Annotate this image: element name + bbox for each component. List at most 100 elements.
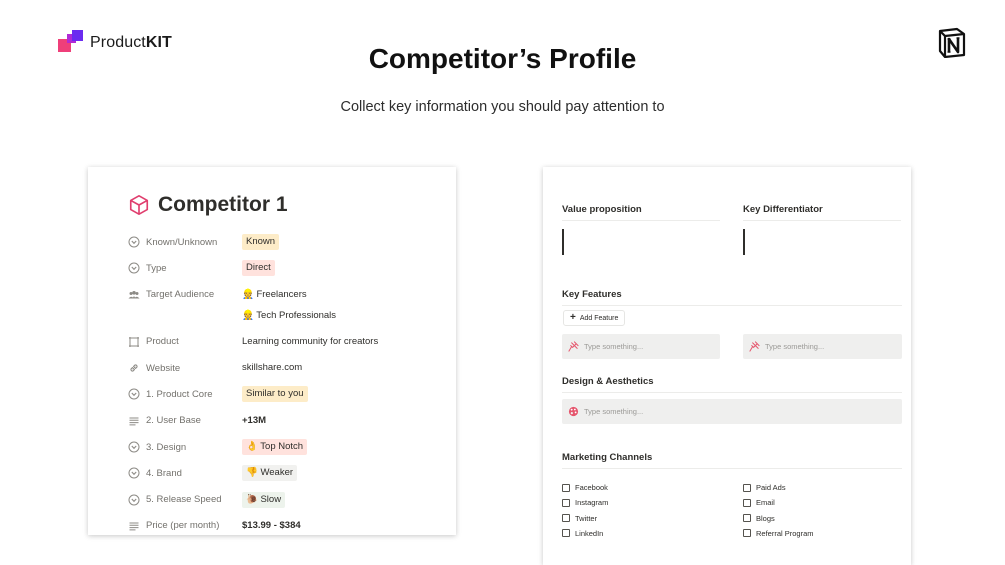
feature-input-2[interactable]: Type something... xyxy=(743,334,902,359)
pin-icon xyxy=(568,341,579,352)
circle-chevron-icon xyxy=(128,388,140,400)
property-tag: 👎 Weaker xyxy=(242,465,298,482)
channel-checkbox[interactable]: Instagram xyxy=(562,498,608,507)
property-value[interactable]: Learning community for creators xyxy=(242,334,448,350)
property-key: Website xyxy=(128,360,242,376)
property-text: Learning community for creators xyxy=(242,335,379,347)
page-title: Competitor’s Profile xyxy=(368,43,637,74)
value-proposition-input[interactable] xyxy=(562,229,564,255)
key-features-heading: Key Features xyxy=(562,289,622,300)
channel-label: Blogs xyxy=(756,513,775,523)
property-value[interactable]: 👷 Freelancers 👷 Tech Professionals xyxy=(242,287,448,324)
competitor-title: Competitor 1 xyxy=(128,193,288,217)
feature-placeholder-2: Type something... xyxy=(765,342,825,351)
key-differentiator-input[interactable] xyxy=(743,229,745,255)
channel-checkbox[interactable]: Referral Program xyxy=(743,529,814,538)
property-tag: Direct xyxy=(242,260,275,277)
property-value[interactable]: Direct xyxy=(242,260,448,277)
feature-placeholder-1: Type something... xyxy=(584,342,644,351)
property-tag: 👌 Top Notch xyxy=(242,439,308,456)
property-value[interactable]: $13.99 - $384 xyxy=(242,518,448,534)
channel-checkbox[interactable]: Facebook xyxy=(562,483,608,492)
property-tag: Similar to you xyxy=(242,386,308,403)
cube-icon xyxy=(129,195,149,215)
design-placeholder: Type something... xyxy=(584,407,644,416)
property-value[interactable]: 👎 Weaker xyxy=(242,465,448,482)
design-input[interactable]: Type something... xyxy=(562,399,902,424)
checkbox-icon[interactable] xyxy=(562,498,570,507)
add-feature-label: Add Feature xyxy=(579,314,619,322)
property-row[interactable]: 3. Design 👌 Top Notch xyxy=(128,439,448,456)
divider xyxy=(562,392,902,393)
property-row[interactable]: 5. Release Speed 🐌 Slow xyxy=(128,491,448,508)
property-value[interactable]: Known xyxy=(242,234,448,250)
design-aesthetics-heading: Design & Aesthetics xyxy=(562,376,654,387)
property-key-label: 5. Release Speed xyxy=(146,494,222,506)
property-row[interactable]: Website skillshare.com xyxy=(128,360,448,376)
plus-icon: + xyxy=(570,312,576,323)
link-icon xyxy=(130,364,138,372)
property-key-label: Type xyxy=(146,262,167,274)
channel-label: Paid Ads xyxy=(756,483,786,492)
channel-label: Facebook xyxy=(575,483,608,492)
property-value[interactable]: +13M xyxy=(242,413,448,429)
checkbox-icon[interactable] xyxy=(743,514,751,523)
property-value[interactable]: Similar to you xyxy=(242,386,448,403)
property-row[interactable]: Product Learning community for creators xyxy=(128,334,448,350)
property-key-label: Price (per month) xyxy=(146,520,220,532)
divider xyxy=(562,468,902,469)
property-tag: 🐌 Slow xyxy=(242,491,286,508)
circle-chevron-icon xyxy=(128,262,140,274)
checkbox-icon[interactable] xyxy=(562,483,570,492)
property-row[interactable]: 2. User Base +13M xyxy=(128,413,448,429)
circle-chevron-icon xyxy=(128,236,140,248)
channel-checkbox[interactable]: Twitter xyxy=(562,514,597,523)
property-text: 👷 Freelancers xyxy=(242,288,307,300)
property-row[interactable]: Price (per month) $13.99 - $384 xyxy=(128,518,448,534)
checkbox-icon[interactable] xyxy=(743,529,751,538)
channel-label: LinkedIn xyxy=(575,528,604,538)
property-key: Type xyxy=(128,260,242,276)
palette-icon xyxy=(568,406,579,417)
page-subtitle: Collect key information you should pay a… xyxy=(340,99,665,115)
channel-label: Instagram xyxy=(575,498,609,508)
channel-checkbox[interactable]: LinkedIn xyxy=(562,529,603,538)
property-key-label: Target Audience xyxy=(146,289,215,301)
property-value[interactable]: 🐌 Slow xyxy=(242,491,448,508)
property-value[interactable]: skillshare.com xyxy=(242,360,448,376)
property-text: 👷 Tech Professionals xyxy=(242,309,337,321)
checkbox-icon[interactable] xyxy=(743,498,751,507)
channel-label: Referral Program xyxy=(756,528,814,538)
property-text: +13M xyxy=(242,414,267,426)
property-key-label: Product xyxy=(146,336,179,348)
property-key-label: 4. Brand xyxy=(146,467,182,479)
property-key-label: 1. Product Core xyxy=(146,388,213,400)
checkbox-icon[interactable] xyxy=(562,514,570,523)
feature-input-1[interactable]: Type something... xyxy=(562,334,720,359)
add-feature-button[interactable]: + Add Feature xyxy=(563,310,626,326)
competitor-name: Competitor 1 xyxy=(158,193,288,216)
channel-label: Twitter xyxy=(575,513,598,523)
property-row[interactable]: Target Audience 👷 Freelancers 👷 Tech Profe… xyxy=(128,287,448,324)
channel-checkbox[interactable]: Blogs xyxy=(743,514,775,523)
property-value[interactable]: 👌 Top Notch xyxy=(242,439,448,456)
channel-checkbox[interactable]: Email xyxy=(743,498,775,507)
details-card: Value proposition Key Differentiator Key… xyxy=(543,167,911,565)
property-key: 2. User Base xyxy=(128,413,242,429)
lines-icon xyxy=(129,417,139,426)
marketing-channels-heading: Marketing Channels xyxy=(562,452,653,463)
checkbox-icon[interactable] xyxy=(743,483,751,492)
property-key: Target Audience xyxy=(128,287,242,303)
checkbox-icon[interactable] xyxy=(562,529,570,538)
channel-checkbox[interactable]: Paid Ads xyxy=(743,483,786,492)
property-row[interactable]: 1. Product Core Similar to you xyxy=(128,386,448,403)
property-key: Known/Unknown xyxy=(128,234,242,250)
property-row[interactable]: Known/Unknown Known xyxy=(128,234,448,250)
property-key: Price (per month) xyxy=(128,518,242,534)
property-row[interactable]: Type Direct xyxy=(128,260,448,277)
divider xyxy=(743,220,901,221)
competitor-card: Competitor 1 Known/Unknown Known Type Direc… xyxy=(88,167,456,535)
property-row[interactable]: 4. Brand 👎 Weaker xyxy=(128,465,448,482)
pin-icon xyxy=(749,341,760,352)
property-tag: Known xyxy=(242,234,280,250)
